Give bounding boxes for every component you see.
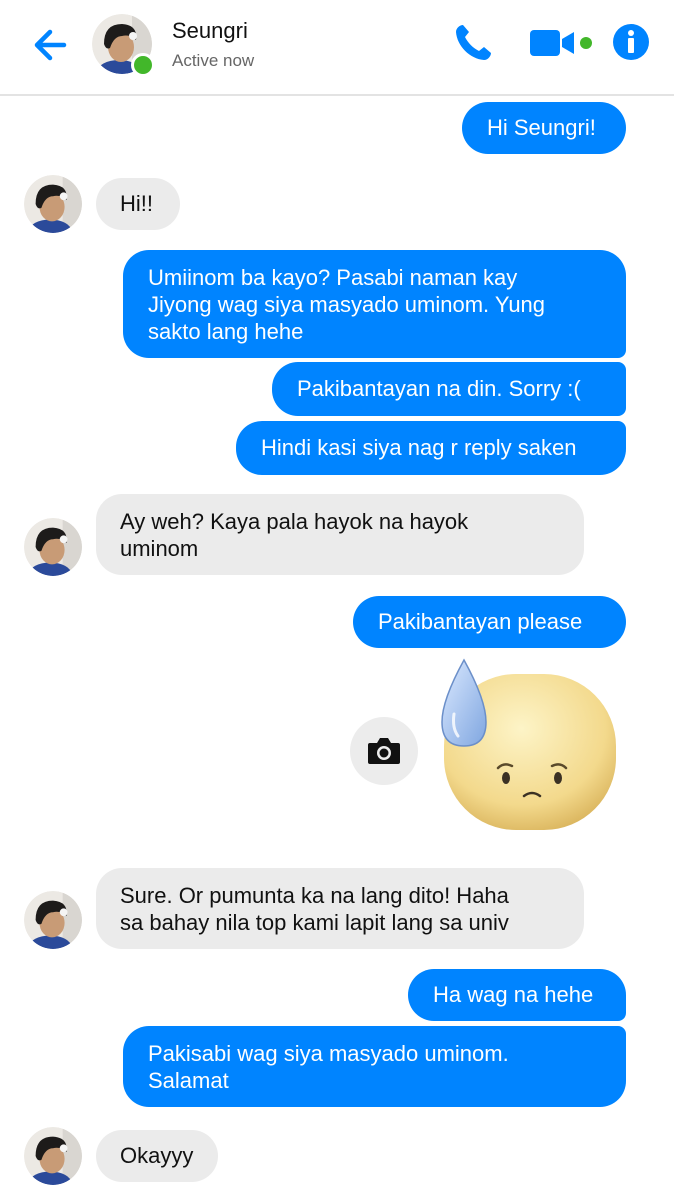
active-status: Active now [172, 51, 255, 70]
sender-avatar[interactable] [24, 518, 82, 576]
contact-name[interactable]: Seungri [172, 18, 248, 44]
sender-avatar[interactable] [24, 175, 82, 233]
sweat-drop-sticker[interactable] [436, 658, 620, 834]
message-bubble-outgoing[interactable]: Hi Seungri! [462, 102, 626, 154]
message-bubble-outgoing[interactable]: Pakisabi wag siya masyado uminom. Salama… [123, 1026, 626, 1107]
message-bubble-outgoing[interactable]: Pakibantayan please [353, 596, 626, 648]
sender-avatar[interactable] [24, 891, 82, 949]
message-bubble-incoming[interactable]: Hi!! [96, 178, 180, 230]
conversation-header: Seungri Active now [0, 0, 674, 96]
phone-icon[interactable] [452, 22, 494, 64]
message-bubble-incoming[interactable]: Sure. Or pumunta ka na lang dito! Haha s… [96, 868, 584, 949]
camera-button[interactable] [350, 717, 418, 785]
back-arrow-icon[interactable] [28, 22, 74, 68]
video-camera-icon[interactable] [528, 22, 600, 64]
message-bubble-outgoing[interactable]: Umiinom ba kayo? Pasabi naman kay Jiyong… [123, 250, 626, 358]
message-bubble-outgoing[interactable]: Hindi kasi siya nag r reply saken [236, 421, 626, 475]
info-icon[interactable] [611, 22, 651, 62]
message-bubble-outgoing[interactable]: Pakibantayan na din. Sorry :( [272, 362, 626, 416]
contact-avatar[interactable] [92, 14, 155, 77]
camera-icon [368, 738, 400, 764]
sender-avatar[interactable] [24, 1127, 82, 1185]
message-bubble-incoming[interactable]: Ay weh? Kaya pala hayok na hayok uminom [96, 494, 584, 575]
online-indicator [131, 53, 155, 77]
message-bubble-incoming[interactable]: Okayyy [96, 1130, 218, 1182]
message-bubble-outgoing[interactable]: Ha wag na hehe [408, 969, 626, 1021]
